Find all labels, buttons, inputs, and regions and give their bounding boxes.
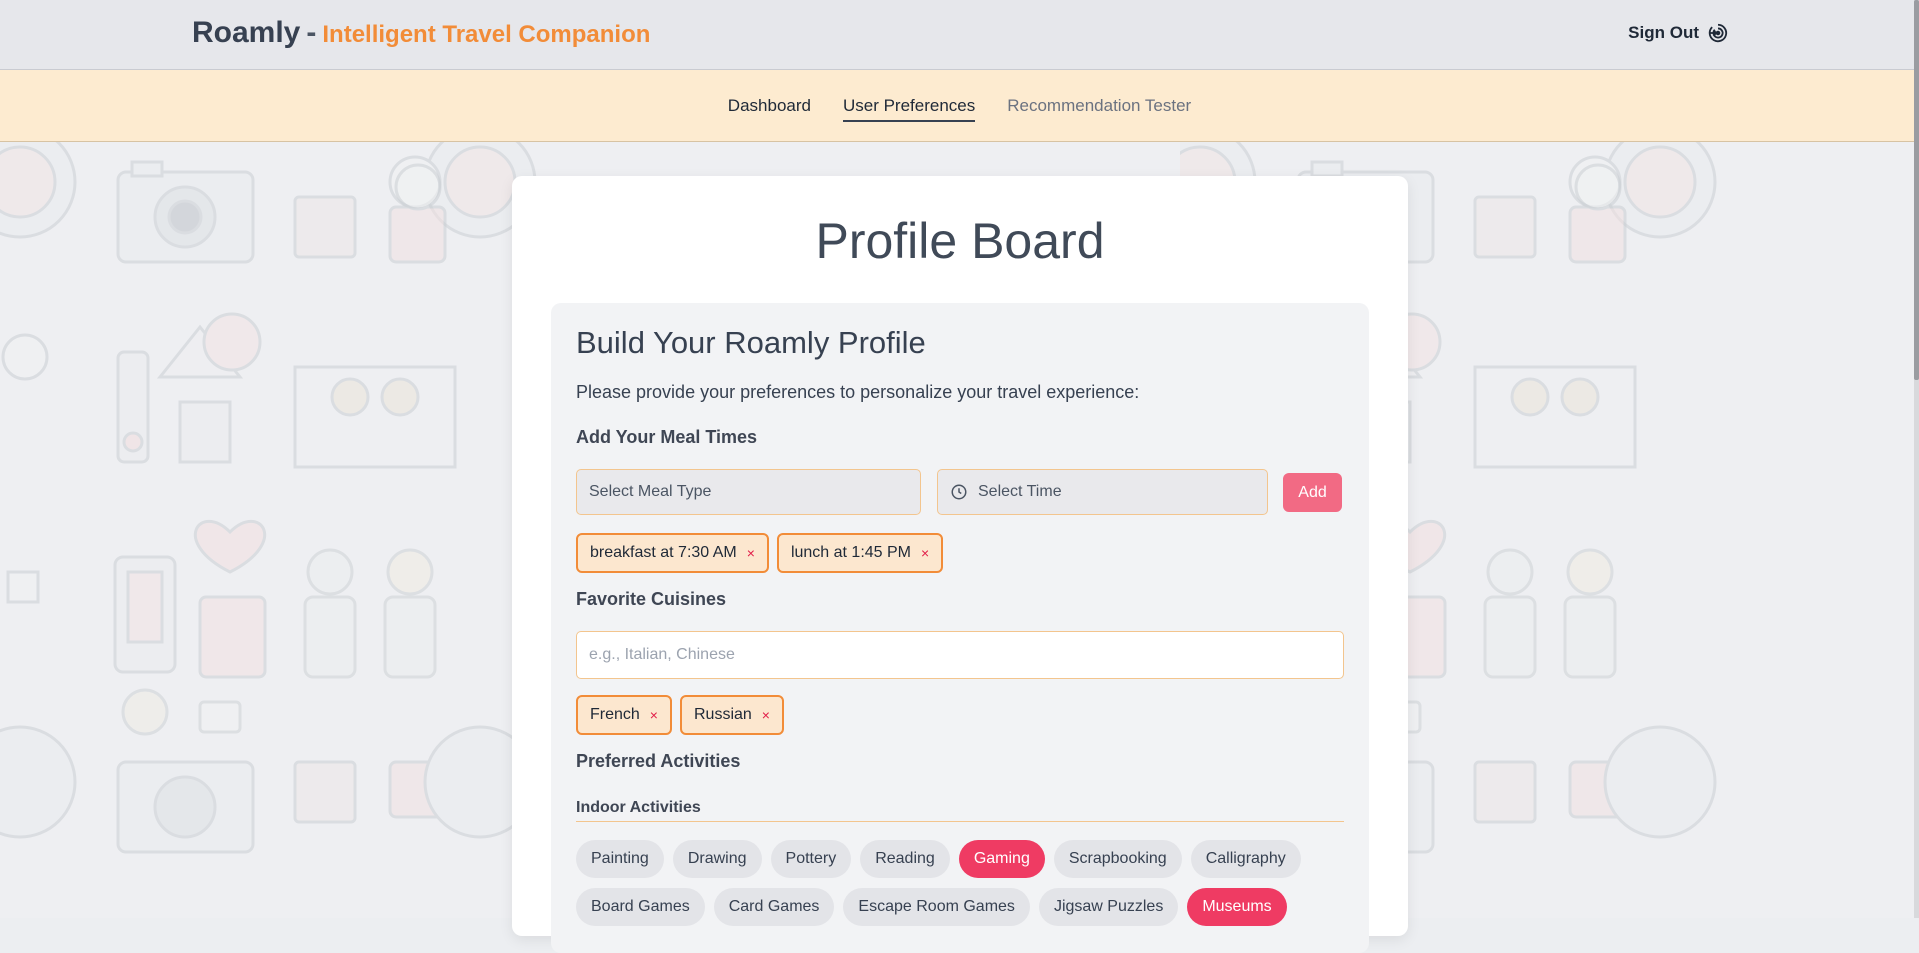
- cuisine-placeholder: e.g., Italian, Chinese: [589, 646, 735, 663]
- meal-type-placeholder: Select Meal Type: [589, 483, 712, 500]
- meal-type-select[interactable]: Select Meal Type: [576, 469, 921, 515]
- sign-out-button[interactable]: Sign Out: [1628, 22, 1729, 44]
- nav-user-preferences[interactable]: User Preferences: [842, 96, 976, 122]
- brand-logo[interactable]: Roamly - Intelligent Travel Companion: [192, 16, 650, 50]
- meal-times-label: Add Your Meal Times: [576, 427, 758, 447]
- chip-label: lunch at 1:45 PM: [790, 544, 912, 561]
- brand-tagline: Intelligent Travel Companion: [322, 21, 651, 48]
- brand-name: Roamly: [192, 16, 301, 49]
- panel-title: Build Your Roamly Profile: [576, 325, 926, 360]
- scrollbar-thumb[interactable]: [1914, 0, 1919, 380]
- activity-pill-card-games[interactable]: Card Games: [713, 888, 835, 926]
- nav-recommendation-tester[interactable]: Recommendation Tester: [1007, 96, 1191, 122]
- time-picker[interactable]: Select Time: [937, 469, 1268, 515]
- chip-label: Russian: [693, 706, 752, 723]
- chip-label: French: [590, 706, 640, 723]
- indoor-activities-label: Indoor Activities: [576, 799, 1344, 822]
- sign-out-label: Sign Out: [1628, 23, 1699, 42]
- activity-pill-museums[interactable]: Museums: [1187, 888, 1287, 926]
- activity-pill-reading[interactable]: Reading: [860, 840, 950, 878]
- profile-builder-panel: Build Your Roamly Profile Please provide…: [551, 303, 1369, 953]
- nav-dashboard[interactable]: Dashboard: [728, 96, 811, 122]
- activity-pill-drawing[interactable]: Drawing: [672, 840, 762, 878]
- remove-icon[interactable]: ×: [921, 545, 929, 561]
- time-placeholder: Select Time: [978, 483, 1062, 500]
- remove-icon[interactable]: ×: [747, 545, 755, 561]
- panel-subtitle: Please provide your preferences to perso…: [576, 382, 1140, 402]
- activity-pill-jigsaw-puzzles[interactable]: Jigsaw Puzzles: [1038, 888, 1179, 926]
- activity-pill-painting[interactable]: Painting: [576, 840, 664, 878]
- clock-icon: [951, 484, 967, 500]
- activity-pill-gaming[interactable]: Gaming: [958, 840, 1045, 878]
- brand-separator: -: [306, 16, 317, 49]
- cuisine-chip: Russian ×: [679, 695, 784, 735]
- chip-label: breakfast at 7:30 AM: [590, 544, 737, 561]
- cuisine-chips: French × Russian ×: [576, 695, 784, 735]
- cuisine-chip: French ×: [576, 695, 672, 735]
- activity-pill-board-games[interactable]: Board Games: [576, 888, 705, 926]
- meal-time-chip: lunch at 1:45 PM ×: [776, 533, 944, 573]
- remove-icon[interactable]: ×: [650, 707, 658, 723]
- activity-row-2: Board Games Card Games Escape Room Games…: [576, 888, 1356, 926]
- activities-label: Preferred Activities: [576, 751, 741, 771]
- activity-row-1: Painting Drawing Pottery Reading Gaming …: [576, 840, 1356, 878]
- profile-card: Profile Board Build Your Roamly Profile …: [512, 176, 1408, 953]
- meal-time-chip: breakfast at 7:30 AM ×: [576, 533, 769, 573]
- page-scrollbar[interactable]: [1914, 0, 1919, 918]
- sign-out-icon: [1708, 23, 1728, 43]
- activity-pill-pottery[interactable]: Pottery: [770, 840, 852, 878]
- cuisine-input[interactable]: e.g., Italian, Chinese: [576, 631, 1344, 679]
- activity-pill-calligraphy[interactable]: Calligraphy: [1190, 840, 1301, 878]
- page-title: Profile Board: [815, 213, 1105, 269]
- add-meal-time-button[interactable]: Add: [1283, 473, 1342, 512]
- meal-time-chips: breakfast at 7:30 AM × lunch at 1:45 PM …: [576, 533, 944, 573]
- top-header: Roamly - Intelligent Travel Companion Sign…: [0, 0, 1919, 70]
- cuisines-label: Favorite Cuisines: [576, 589, 727, 609]
- main-nav: Dashboard User Preferences Recommendatio…: [0, 70, 1919, 142]
- remove-icon[interactable]: ×: [762, 707, 770, 723]
- activity-pill-scrapbooking[interactable]: Scrapbooking: [1053, 840, 1182, 878]
- activity-pill-escape-room-games[interactable]: Escape Room Games: [843, 888, 1030, 926]
